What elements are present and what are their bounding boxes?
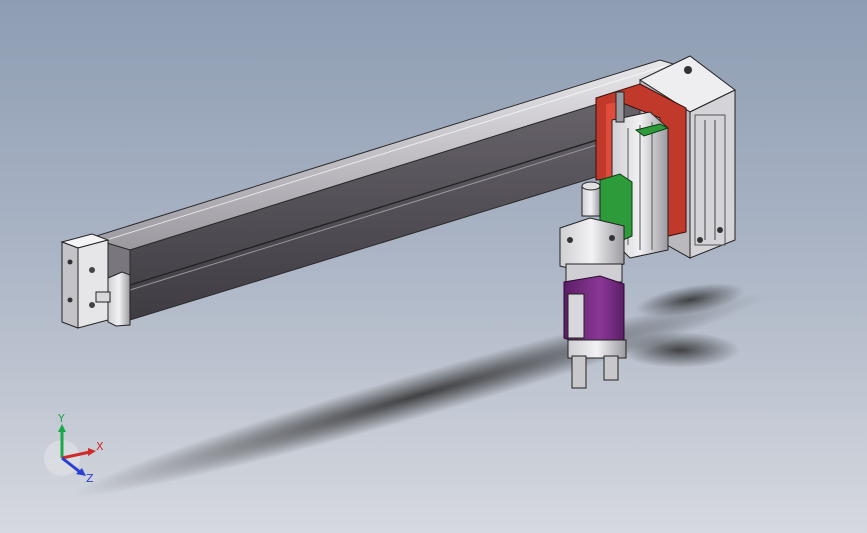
graphics-viewport[interactable]: Y X Z xyxy=(0,0,867,533)
x-axis-label: X xyxy=(96,440,104,453)
left-end-cap[interactable] xyxy=(60,233,110,329)
coordinate-triad: Y X Z xyxy=(44,412,104,485)
ground-shadow xyxy=(73,283,767,497)
y-axis-label: Y xyxy=(57,412,65,425)
cad-model-view[interactable] xyxy=(0,0,867,533)
gripper-body[interactable] xyxy=(563,275,625,347)
z-axis-label: Z xyxy=(86,472,94,485)
